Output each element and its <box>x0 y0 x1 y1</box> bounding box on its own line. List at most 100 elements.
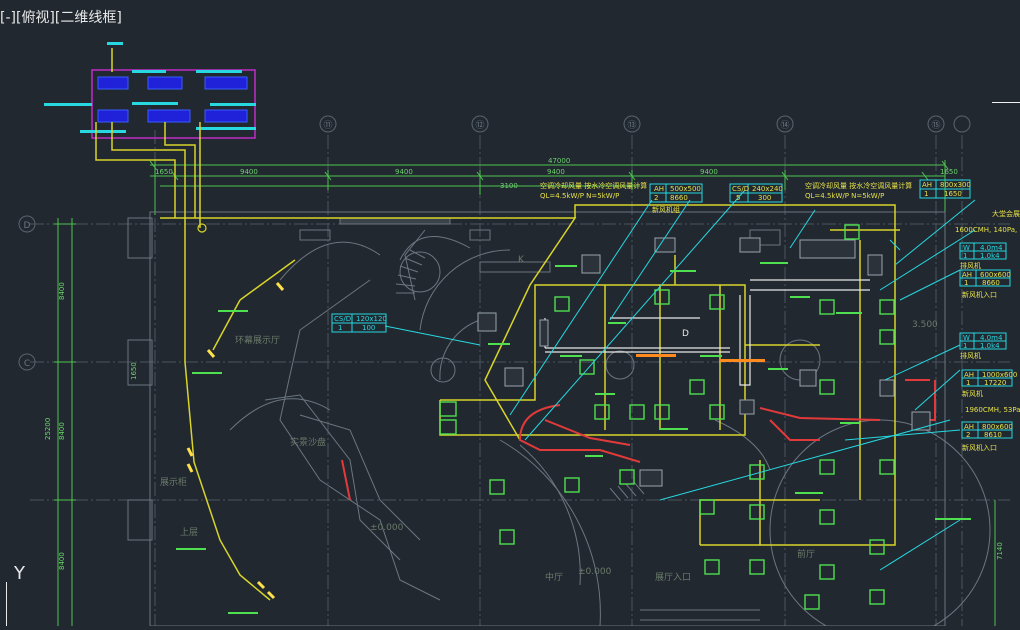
pipe-node <box>197 223 207 233</box>
dim-overall: 47000 <box>548 157 570 165</box>
t3-r2c1: 1 <box>338 324 342 332</box>
t6-r2c2: 8660 <box>982 279 1000 287</box>
t6-r1c1: AH <box>962 271 972 279</box>
t1-r1c2: 500x500 <box>670 185 701 193</box>
ucs-axis-line <box>6 582 7 626</box>
duct-table-3: CS/D 120x120 1 100 <box>331 313 387 333</box>
note-1: 空调冷却风量 按水冷空调风量计算 <box>540 181 647 190</box>
grid-label-2: ⑫ <box>475 120 484 131</box>
t7-r2c1: 1 <box>963 342 967 350</box>
t4-r2c1: 1 <box>924 190 928 198</box>
t7-caption: 排风机 <box>960 351 981 360</box>
t5-r2c2: 1.0k4 <box>980 252 1000 260</box>
t7-r1c2: 4.0m4 <box>980 334 1003 342</box>
mark-d: D <box>682 329 689 339</box>
t7-r1c1: W <box>963 334 970 342</box>
room-sand: 实景沙盘 <box>290 436 326 448</box>
elev-2: ±0.000 <box>578 567 612 577</box>
dim-left-4: 8400 <box>58 552 66 570</box>
t8-r1c1: AH <box>964 371 974 379</box>
t4-r1c1: AH <box>922 181 932 189</box>
t2-r1c2: 240x240 <box>752 185 783 193</box>
grid-label-d: D <box>24 221 31 231</box>
dim-sub: 3100 <box>500 182 518 190</box>
duct-table-2: CS/D 240x240 5 300 <box>729 183 783 203</box>
t3-r1c1: CS/D <box>334 315 351 323</box>
duct-table-6: AH 600x600 1 8660 新风机入口 <box>959 269 1011 299</box>
t9-r2c2: 8610 <box>984 431 1002 439</box>
t3-r2c2: 100 <box>362 324 375 332</box>
t8-r2c1: 1 <box>966 379 970 387</box>
grid-label-5: ⑮ <box>931 120 940 131</box>
room-center: 中厅 <box>545 571 563 583</box>
grid-bubbles-left <box>18 215 36 371</box>
t1-r2c2: 8660 <box>670 194 688 202</box>
dim-left-2: 25200 <box>44 418 52 440</box>
t1-caption: 新风机组 <box>652 205 680 214</box>
orange-duct-2 <box>636 354 676 357</box>
airflow-2: 1960CMH, 53Pa <box>965 406 1020 414</box>
t4-r2c2: 1650 <box>944 190 962 198</box>
t2-r2c2: 300 <box>758 194 771 202</box>
t9-caption: 新风机入口 <box>962 443 997 452</box>
dim-left-3: 8400 <box>58 422 66 440</box>
duct-table-1: AH 500x500 2 8660 新风机组 <box>649 183 703 214</box>
t6-r1c2: 600x600 <box>980 271 1011 279</box>
grid-label-c: C <box>24 359 30 369</box>
room-up: 上层 <box>180 527 198 538</box>
diffusers <box>439 224 895 610</box>
t6-r2c1: 1 <box>964 279 968 287</box>
grid-label-1: ⑪ <box>323 120 332 131</box>
t8-r2c2: 17220 <box>984 379 1006 387</box>
t3-r1c2: 120x120 <box>356 315 387 323</box>
t8-caption: 新风机 <box>962 389 983 398</box>
duct-table-7: W 4.0m4 1 1.0k4 排风机 <box>959 332 1007 360</box>
room-exhibit: 环幕展示厅 <box>235 334 280 346</box>
grid-bubbles-top <box>319 115 971 133</box>
t5-r1c2: 4.0m4 <box>980 244 1003 252</box>
dim-span-6: 1650 <box>940 168 958 176</box>
room-k: K <box>518 255 525 265</box>
note-2b: QL=4.5kW/P N=5kW/P <box>805 192 884 200</box>
wall-band <box>339 217 451 225</box>
room-large: 大堂会展厅 <box>992 209 1020 218</box>
duct-table-8: AH 1000x600 1 17220 新风机 <box>961 369 1017 398</box>
room-left: 展示柜 <box>160 476 187 488</box>
t2-r1c1: CS/D <box>732 185 749 193</box>
t5-caption: 排风机 <box>960 261 981 270</box>
refrigerant-pipes <box>95 48 900 601</box>
t4-r1c2: 800x300 <box>940 181 971 189</box>
dim-span-1: 1650 <box>155 168 173 176</box>
cad-drawing[interactable]: ⑪ ⑫ ⑬ ⑭ ⑮ D C 47000 1650 9400 9400 9400 … <box>0 0 1020 630</box>
view-control-label[interactable]: [-][俯视][二维线框] <box>0 7 122 27</box>
t9-r1c1: AH <box>964 423 974 431</box>
cad-viewport[interactable]: ⑪ ⑫ ⑬ ⑭ ⑮ D C 47000 1650 9400 9400 9400 … <box>0 0 1020 630</box>
orange-duct <box>720 359 765 362</box>
t5-r2c1: 1 <box>963 252 967 260</box>
duct-table-5: W 4.0m4 1 1.0k4 排风机 <box>959 242 1007 270</box>
duct-table-4: AH 800x300 1 1650 <box>919 179 971 199</box>
ucs-y-axis-label: Y <box>14 563 25 584</box>
dim-span-5: 9400 <box>700 168 718 176</box>
t9-r2c1: 2 <box>966 431 970 439</box>
note-2: 空调冷却风量 按水冷空调风量计算 <box>805 181 912 190</box>
dim-left-5: 1650 <box>130 362 138 380</box>
curved-duct-marks <box>186 282 285 600</box>
note-1b: QL=4.5kW/P N=5kW/P <box>540 192 619 200</box>
room-entrance: 展厅入口 <box>655 572 691 583</box>
dim-span-3: 9400 <box>395 168 413 176</box>
t8-r1c2: 1000x600 <box>982 371 1017 379</box>
t6-caption: 新风机入口 <box>962 290 997 299</box>
t2-r2c1: 5 <box>736 194 740 202</box>
t9-r1c2: 800x600 <box>982 423 1013 431</box>
dim-span-4: 9400 <box>547 168 565 176</box>
level-label: 3.500 <box>912 320 938 330</box>
cursor-crosshair <box>992 102 1020 103</box>
airflow-1: 1600CMH, 140Pa, 7.5kW <box>955 226 1020 234</box>
grid-label-3: ⑬ <box>627 120 636 131</box>
dim-span-2: 9400 <box>240 168 258 176</box>
dim-left-1: 8400 <box>58 282 66 300</box>
grid-label-4: ⑭ <box>780 120 789 131</box>
elev-1: ±0.000 <box>370 523 404 533</box>
t1-r1c1: AH <box>654 185 664 193</box>
